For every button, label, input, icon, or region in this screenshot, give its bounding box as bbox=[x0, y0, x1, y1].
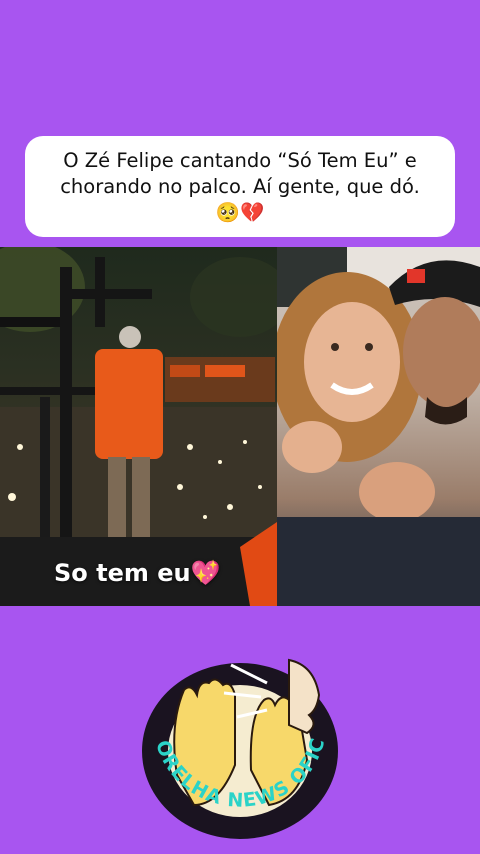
video-overlay-text: So tem eu💖 bbox=[54, 559, 221, 587]
caption-line-2: chorando no palco. Aí gente, que dó. bbox=[60, 175, 420, 198]
caption-line-1: O Zé Felipe cantando “Só Tem Eu” e bbox=[63, 149, 417, 172]
logo-graphic: NA ORELHA NEWS OFICIAL bbox=[131, 638, 338, 839]
post-caption-card: O Zé Felipe cantando “Só Tem Eu” e chora… bbox=[25, 136, 455, 237]
na-orelha-news-logo: NA ORELHA NEWS OFICIAL bbox=[131, 638, 341, 841]
couple-scene-graphic bbox=[277, 247, 480, 606]
concert-photo[interactable]: So tem eu💖 bbox=[0, 247, 277, 606]
concert-scene-graphic bbox=[0, 247, 277, 606]
media-row: So tem eu💖 bbox=[0, 247, 480, 606]
couple-photo[interactable] bbox=[277, 247, 480, 606]
caption-emoji: 🥺💔 bbox=[215, 201, 265, 224]
